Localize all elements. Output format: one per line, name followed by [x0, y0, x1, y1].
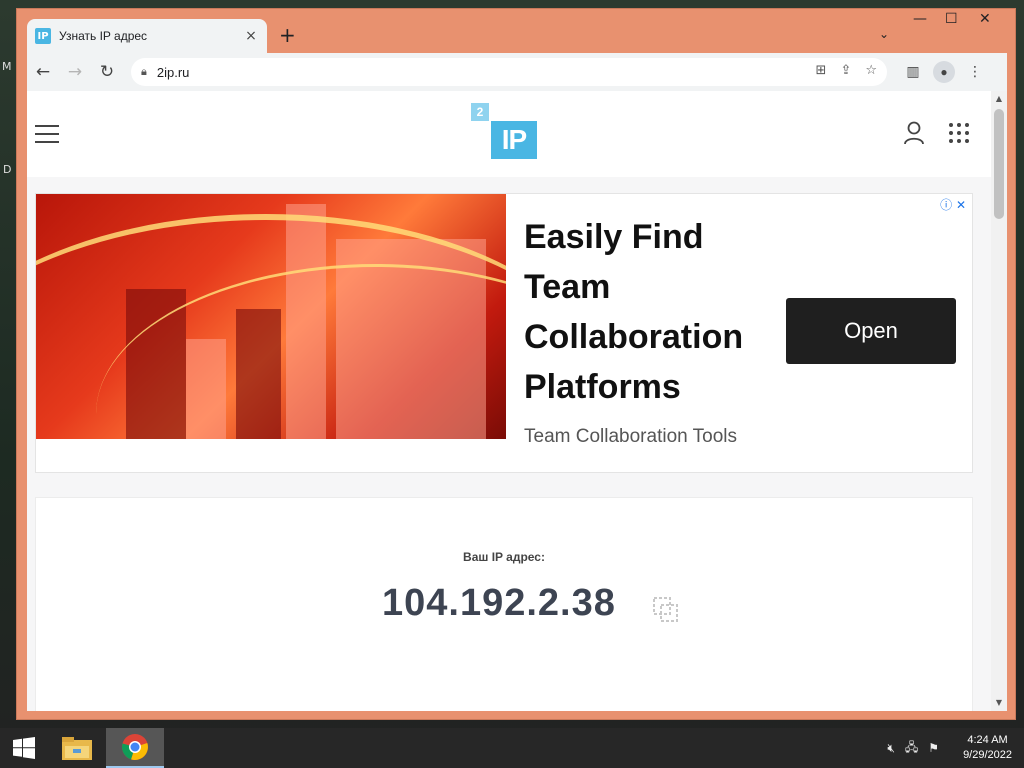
- clock-date: 9/29/2022: [963, 749, 1012, 761]
- clock[interactable]: 4:24 AM 9/29/2022: [963, 733, 1012, 763]
- hamburger-menu-icon[interactable]: [35, 125, 59, 149]
- forward-button[interactable]: →: [59, 58, 91, 86]
- site-header: 2 IP: [27, 91, 991, 177]
- site-favicon: IP: [35, 28, 51, 44]
- ad-headline[interactable]: Easily Find Team Collaboration Platforms: [524, 212, 784, 412]
- network-icon[interactable]: 🖧: [905, 738, 918, 759]
- ip-address[interactable]: 104.192.2.38: [382, 582, 616, 625]
- scroll-up-icon[interactable]: ▲: [991, 91, 1007, 107]
- back-button[interactable]: ←: [27, 58, 59, 86]
- page-viewport: 2 IP ⓘ ✕ Easily Find Team Collaboration …: [27, 91, 1007, 711]
- ip-card: Ваш IP адрес: 104.192.2.38: [35, 497, 973, 711]
- desktop-letter: D: [3, 163, 12, 176]
- browser-toolbar: ← → ↻ 🔒︎ 2ip.ru ⊞ ⇪ ☆ ▥ ● ⋮: [27, 53, 1007, 91]
- system-tray: 🔇︎ 🖧 ⚑ 4:24 AM 9/29/2022: [887, 728, 1012, 768]
- apps-grid-icon[interactable]: [949, 123, 969, 143]
- translate-icon[interactable]: ⊞: [816, 63, 827, 78]
- maximize-button[interactable]: ☐: [945, 11, 958, 27]
- windows-start-icon[interactable]: [0, 728, 48, 768]
- action-center-flag-icon[interactable]: ⚑: [928, 741, 939, 755]
- logo-mark: IP: [491, 121, 537, 159]
- ad-image[interactable]: [36, 194, 506, 439]
- site-logo[interactable]: 2 IP: [471, 103, 539, 161]
- desktop-letter: M: [2, 60, 12, 73]
- ip-label: Ваш IP адрес:: [463, 550, 545, 564]
- lock-icon[interactable]: 🔒︎: [141, 65, 147, 79]
- chrome-window: IP Узнать IP адрес × + ⌄ — ☐ ✕ ← → ↻ 🔒︎ …: [16, 8, 1016, 720]
- address-bar[interactable]: 🔒︎ 2ip.ru ⊞ ⇪ ☆: [131, 58, 887, 86]
- user-icon[interactable]: [903, 121, 925, 145]
- reload-button[interactable]: ↻: [91, 58, 123, 86]
- file-explorer-icon[interactable]: [48, 728, 106, 768]
- page-scrollbar[interactable]: ▲ ▼: [991, 91, 1007, 711]
- menu-kebab-icon[interactable]: ⋮: [963, 60, 987, 84]
- copy-icon[interactable]: [652, 596, 680, 624]
- new-tab-button[interactable]: +: [279, 23, 296, 47]
- scroll-down-icon[interactable]: ▼: [991, 695, 1007, 711]
- volume-muted-icon[interactable]: 🔇︎: [887, 741, 895, 756]
- chrome-taskbar-icon[interactable]: [106, 728, 164, 768]
- minimize-button[interactable]: —: [913, 11, 927, 27]
- tab-close-icon[interactable]: ×: [243, 28, 259, 44]
- share-icon[interactable]: ⇪: [840, 63, 851, 78]
- ad-open-button[interactable]: Open: [786, 298, 956, 364]
- tab-search-icon[interactable]: ⌄: [879, 27, 889, 41]
- taskbar: 🔇︎ 🖧 ⚑ 4:24 AM 9/29/2022: [0, 728, 1024, 768]
- ad-choices-icon[interactable]: ⓘ ✕: [940, 196, 966, 213]
- side-panel-icon[interactable]: ▥: [901, 60, 925, 84]
- bookmark-star-icon[interactable]: ☆: [865, 63, 877, 78]
- browser-tab[interactable]: IP Узнать IP адрес ×: [27, 19, 267, 53]
- logo-badge: 2: [471, 103, 489, 121]
- ad-subtitle[interactable]: Team Collaboration Tools: [524, 426, 737, 448]
- profile-avatar[interactable]: ●: [933, 61, 955, 83]
- advertisement[interactable]: ⓘ ✕ Easily Find Team Collaboration Platf…: [35, 193, 973, 473]
- scroll-thumb[interactable]: [994, 109, 1004, 219]
- close-window-button[interactable]: ✕: [979, 11, 991, 27]
- tab-title: Узнать IP адрес: [59, 29, 148, 43]
- clock-time: 4:24 AM: [967, 734, 1008, 746]
- title-bar: IP Узнать IP адрес × + ⌄ — ☐ ✕: [17, 9, 1015, 53]
- url-text[interactable]: 2ip.ru: [157, 65, 190, 80]
